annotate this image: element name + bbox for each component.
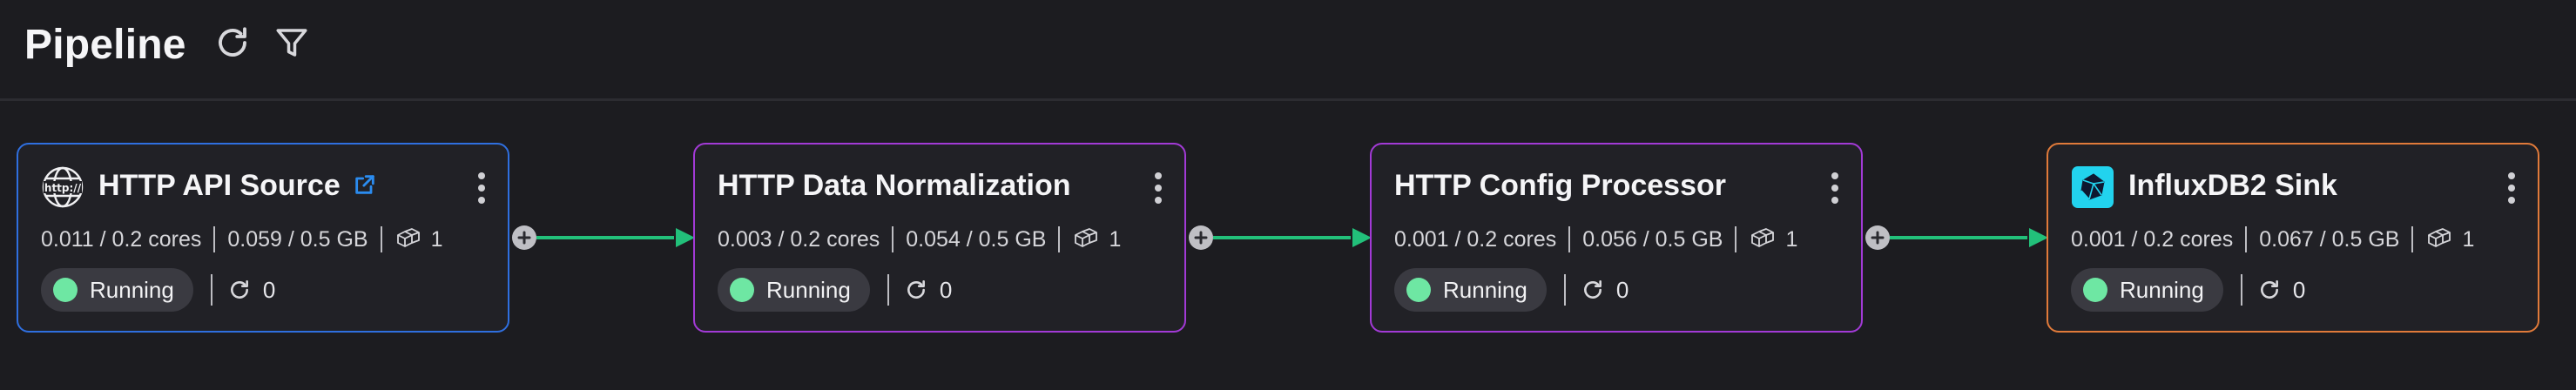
status-text: Running [2120, 276, 2204, 303]
replicas-icon [394, 227, 422, 252]
cpu-usage: 0.001 / 0.2 cores [2071, 226, 2234, 252]
add-node-button-3[interactable] [1865, 225, 1890, 250]
status-dot [2083, 278, 2107, 302]
memory-usage: 0.059 / 0.5 GB [227, 226, 368, 252]
divider [213, 226, 216, 252]
divider [210, 274, 212, 306]
status-text: Running [766, 276, 851, 303]
replicas-icon [2425, 227, 2453, 252]
replica-count: 1 [1109, 226, 1122, 252]
divider [2240, 274, 2242, 306]
status-dot [1406, 278, 1431, 302]
http-globe-icon: http:// [41, 165, 84, 209]
add-node-button-2[interactable] [1189, 225, 1213, 250]
node-title: HTTP Data Normalization [718, 169, 1071, 202]
replica-count: 1 [2462, 226, 2475, 252]
replica-count: 1 [1785, 226, 1798, 252]
restart-icon [228, 279, 251, 301]
replicas-icon [1749, 227, 1777, 252]
memory-usage: 0.056 / 0.5 GB [1582, 226, 1723, 252]
divider [1735, 226, 1737, 252]
restart-count: 0 [262, 276, 276, 303]
node-menu-icon[interactable] [2505, 171, 2519, 205]
node-title-text: HTTP API Source [98, 169, 341, 202]
node-metrics: 0.001 / 0.2 cores 0.067 / 0.5 GB 1 [2071, 226, 2474, 252]
restart-icon [1581, 279, 1604, 301]
edge-3 [1890, 228, 2048, 247]
memory-usage: 0.067 / 0.5 GB [2259, 226, 2400, 252]
status-text: Running [1443, 276, 1527, 303]
restart-count: 0 [939, 276, 953, 303]
node-card-http-data-normalization[interactable]: HTTP Data Normalization 0.003 / 0.2 core… [693, 143, 1186, 333]
add-node-button-1[interactable] [512, 225, 536, 250]
restart-count: 0 [2292, 276, 2306, 303]
node-status-row: Running 0 [2071, 268, 2305, 312]
divider [2411, 226, 2414, 252]
status-badge[interactable]: Running [41, 268, 193, 312]
node-status-row: Running 0 [41, 268, 275, 312]
node-card-http-api-source[interactable]: http:// HTTP API Source 0.011 / 0.2 core… [17, 143, 509, 333]
node-title: HTTP API Source [98, 169, 377, 203]
divider [2245, 226, 2248, 252]
restart-icon [905, 279, 927, 301]
divider [1568, 226, 1571, 252]
node-title: InfluxDB2 Sink [2128, 169, 2337, 202]
node-metrics: 0.003 / 0.2 cores 0.054 / 0.5 GB 1 [718, 226, 1121, 252]
page-title: Pipeline [24, 22, 186, 68]
divider [887, 274, 889, 306]
divider [1563, 274, 1566, 306]
node-menu-icon[interactable] [1151, 171, 1165, 205]
node-title: HTTP Config Processor [1394, 169, 1726, 202]
page-header: Pipeline [0, 0, 2576, 101]
restart-icon [2258, 279, 2281, 301]
divider [1058, 226, 1061, 252]
cpu-usage: 0.003 / 0.2 cores [718, 226, 880, 252]
status-badge[interactable]: Running [2071, 268, 2223, 312]
svg-text:http://: http:// [44, 182, 82, 194]
edge-2 [1213, 228, 1372, 247]
restart-count: 0 [1615, 276, 1629, 303]
edge-1 [536, 228, 695, 247]
status-badge[interactable]: Running [718, 268, 870, 312]
node-card-influxdb2-sink[interactable]: InfluxDB2 Sink 0.001 / 0.2 cores 0.067 /… [2047, 143, 2539, 333]
node-menu-icon[interactable] [1828, 171, 1842, 205]
divider [380, 226, 382, 252]
divider [892, 226, 894, 252]
cpu-usage: 0.011 / 0.2 cores [41, 226, 202, 252]
refresh-icon[interactable] [214, 24, 251, 61]
status-dot [53, 278, 78, 302]
external-link-icon[interactable] [353, 172, 377, 197]
filter-icon[interactable] [273, 24, 310, 61]
node-status-row: Running 0 [1394, 268, 1629, 312]
node-card-http-config-processor[interactable]: HTTP Config Processor 0.001 / 0.2 cores … [1370, 143, 1863, 333]
node-status-row: Running 0 [718, 268, 952, 312]
status-dot [730, 278, 754, 302]
node-metrics: 0.001 / 0.2 cores 0.056 / 0.5 GB 1 [1394, 226, 1797, 252]
influxdb-icon [2071, 165, 2114, 209]
status-text: Running [90, 276, 174, 303]
node-menu-icon[interactable] [475, 171, 489, 205]
status-badge[interactable]: Running [1394, 268, 1547, 312]
cpu-usage: 0.001 / 0.2 cores [1394, 226, 1557, 252]
node-metrics: 0.011 / 0.2 cores 0.059 / 0.5 GB 1 [41, 226, 443, 252]
replicas-icon [1072, 227, 1100, 252]
memory-usage: 0.054 / 0.5 GB [906, 226, 1047, 252]
replica-count: 1 [430, 226, 443, 252]
